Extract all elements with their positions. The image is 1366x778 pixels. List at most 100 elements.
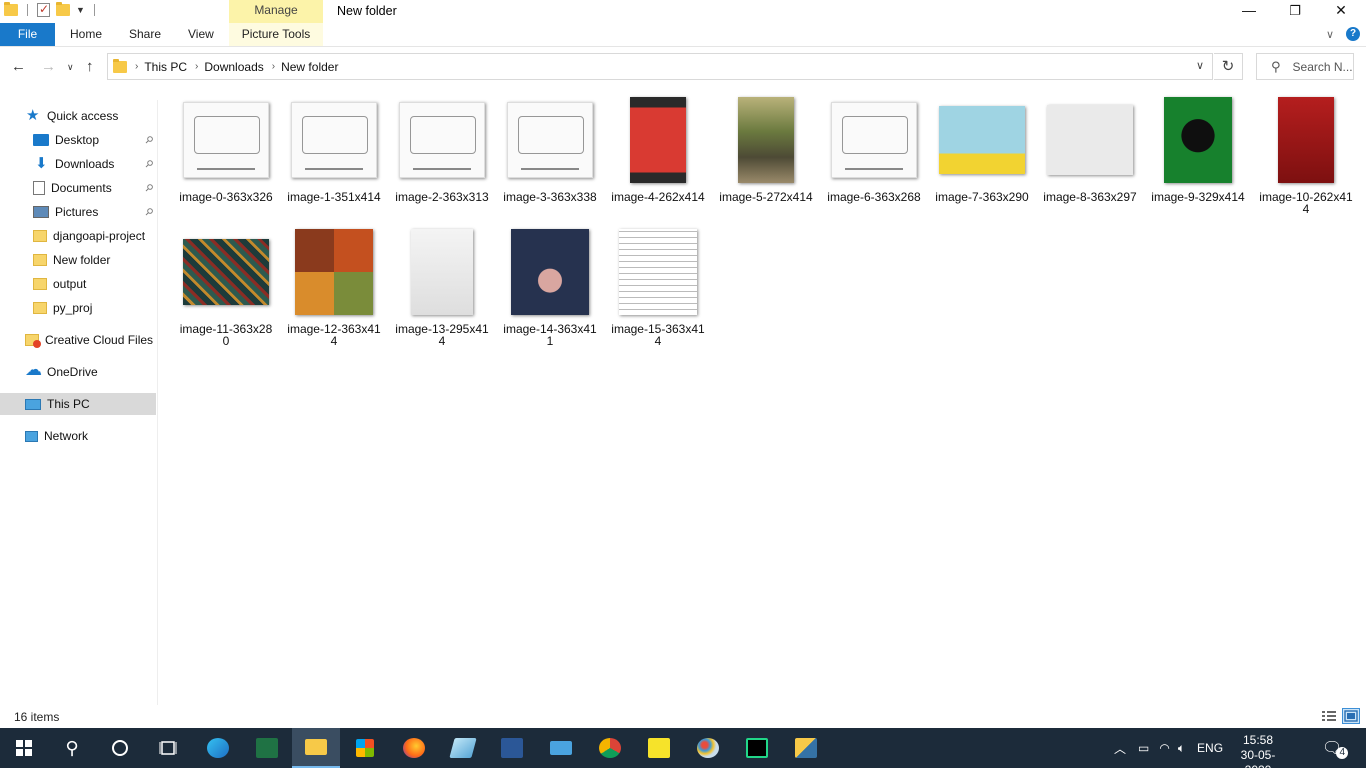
tab-home[interactable]: Home	[70, 23, 102, 46]
show-hidden-icons-chevron-icon[interactable]: ︿	[1114, 740, 1126, 757]
up-button[interactable]: ↑	[86, 58, 94, 75]
taskbar-pycharm[interactable]	[733, 728, 781, 768]
large-icons-view-icon[interactable]	[1342, 708, 1360, 724]
tab-share[interactable]: Share	[129, 23, 161, 46]
taskbar-word[interactable]	[488, 728, 536, 768]
breadcrumb-new-folder[interactable]: New folder	[281, 60, 338, 74]
taskbar-firefox[interactable]	[390, 728, 438, 768]
image-preview	[507, 102, 593, 178]
manage-tab[interactable]: Manage	[229, 0, 323, 23]
taskbar-paint[interactable]	[684, 728, 732, 768]
file-item[interactable]: image-2-363x313	[390, 96, 494, 203]
address-bar[interactable]: › This PC › Downloads › New folder ∨	[107, 53, 1213, 80]
expand-ribbon-chevron-icon[interactable]: ∨	[1326, 28, 1334, 41]
file-item[interactable]: image-4-262x414	[606, 96, 710, 203]
properties-icon[interactable]	[37, 2, 50, 17]
sidebar-item-pictures[interactable]: Pictures ⚲	[0, 201, 156, 223]
forward-button[interactable]: →	[41, 58, 56, 75]
file-item[interactable]: image-11-363x28 0	[174, 228, 278, 347]
firefox-icon	[403, 738, 425, 758]
clock[interactable]: 15:58 30-05-2020	[1230, 733, 1286, 778]
this-pc-icon	[25, 398, 41, 410]
customize-toolbar-chevron-icon[interactable]: ▼	[76, 5, 85, 15]
pictures-icon	[33, 206, 49, 218]
new-folder-icon[interactable]	[56, 2, 70, 16]
file-name: image-14-363x41 1	[498, 323, 602, 347]
sidebar-item-quick-access[interactable]: Quick access	[0, 105, 156, 127]
file-item[interactable]: image-13-295x41 4	[390, 228, 494, 347]
breadcrumb-downloads[interactable]: Downloads	[204, 60, 263, 74]
taskbar-file-explorer[interactable]	[292, 728, 340, 768]
search-button[interactable]: ⚲	[48, 728, 96, 768]
action-center[interactable]: 🗨︎ 4	[1322, 728, 1349, 768]
restore-button[interactable]: ❐	[1272, 0, 1318, 23]
battery-icon[interactable]: ▭	[1138, 741, 1149, 755]
start-button[interactable]	[0, 728, 48, 768]
sidebar-item-djangoapi-project[interactable]: djangoapi-project	[0, 225, 156, 247]
details-view-icon[interactable]	[1320, 708, 1338, 724]
breadcrumb-separator[interactable]: ›	[272, 61, 275, 72]
help-icon[interactable]: ?	[1346, 27, 1360, 41]
refresh-button[interactable]: ↻	[1214, 53, 1243, 80]
taskbar-sticky-notes[interactable]	[635, 728, 683, 768]
file-item[interactable]: image-8-363x297	[1038, 96, 1142, 203]
close-button[interactable]: ✕	[1318, 0, 1364, 23]
file-name: image-15-363x41 4	[606, 323, 710, 347]
file-item[interactable]: image-6-363x268	[822, 96, 926, 203]
download-icon	[33, 154, 49, 172]
address-dropdown-chevron-icon[interactable]: ∨	[1196, 59, 1204, 72]
breadcrumb-this-pc[interactable]: This PC	[144, 60, 187, 74]
search-input[interactable]: Search N...	[1293, 60, 1353, 74]
breadcrumb-separator[interactable]: ›	[195, 61, 198, 72]
search-icon: ⚲	[65, 737, 79, 758]
task-view-button[interactable]	[144, 728, 192, 768]
recent-locations-chevron-icon[interactable]: ∨	[67, 62, 74, 73]
file-thumbnail	[182, 96, 270, 184]
file-item[interactable]: image-7-363x290	[930, 96, 1034, 203]
taskbar-chrome[interactable]	[586, 728, 634, 768]
sidebar-item-downloads[interactable]: Downloads ⚲	[0, 153, 156, 175]
taskbar-excel[interactable]	[243, 728, 291, 768]
file-item[interactable]: image-5-272x414	[714, 96, 818, 203]
onedrive-icon	[25, 360, 42, 380]
search-icon: ⚲	[1271, 58, 1281, 74]
file-item[interactable]: image-15-363x41 4	[606, 228, 710, 347]
sidebar-item-py-proj[interactable]: py_proj	[0, 297, 156, 319]
taskbar-store[interactable]	[341, 728, 389, 768]
file-item[interactable]: image-0-363x326	[174, 96, 278, 203]
minimize-button[interactable]: —	[1226, 0, 1272, 23]
sidebar-item-label: output	[53, 277, 87, 291]
sidebar-item-creative-cloud-files[interactable]: Creative Cloud Files	[0, 329, 156, 351]
sidebar-item-onedrive[interactable]: OneDrive	[0, 360, 156, 383]
sidebar-item-desktop[interactable]: Desktop ⚲	[0, 129, 156, 151]
pin-icon: ⚲	[141, 133, 155, 147]
sidebar-item-new-folder[interactable]: New folder	[0, 249, 156, 271]
tab-view[interactable]: View	[188, 23, 214, 46]
breadcrumb-separator[interactable]: ›	[135, 61, 138, 72]
file-item[interactable]: image-1-351x414	[282, 96, 386, 203]
file-item[interactable]: image-3-363x338	[498, 96, 602, 203]
taskbar-edge[interactable]	[194, 728, 242, 768]
tab-file[interactable]: File	[0, 23, 55, 46]
file-name: image-7-363x290	[930, 191, 1034, 203]
volume-icon[interactable]: 🔈︎	[1178, 741, 1185, 756]
folder-icon	[113, 58, 127, 73]
file-item[interactable]: image-10-262x41 4	[1254, 96, 1358, 215]
taskbar-app[interactable]	[439, 728, 487, 768]
file-item[interactable]: image-14-363x41 1	[498, 228, 602, 347]
taskbar-python[interactable]	[782, 728, 830, 768]
tab-picture-tools[interactable]: Picture Tools	[229, 23, 323, 46]
sidebar-item-network[interactable]: Network	[0, 425, 156, 447]
sidebar-item-output[interactable]: output	[0, 273, 156, 295]
file-item[interactable]: image-12-363x41 4	[282, 228, 386, 347]
file-item[interactable]: image-9-329x414	[1146, 96, 1250, 203]
search-box[interactable]: ⚲ Search N...	[1256, 53, 1354, 80]
taskbar-computer[interactable]	[537, 728, 585, 768]
language-indicator[interactable]: ENG	[1197, 741, 1223, 755]
cortana-button[interactable]	[96, 728, 144, 768]
wifi-icon[interactable]: ◠	[1159, 741, 1169, 755]
back-button[interactable]: ←	[11, 58, 26, 75]
sidebar-item-this-pc[interactable]: This PC	[0, 393, 156, 415]
sidebar-item-label: Downloads	[55, 157, 115, 171]
sidebar-item-documents[interactable]: Documents ⚲	[0, 177, 156, 199]
